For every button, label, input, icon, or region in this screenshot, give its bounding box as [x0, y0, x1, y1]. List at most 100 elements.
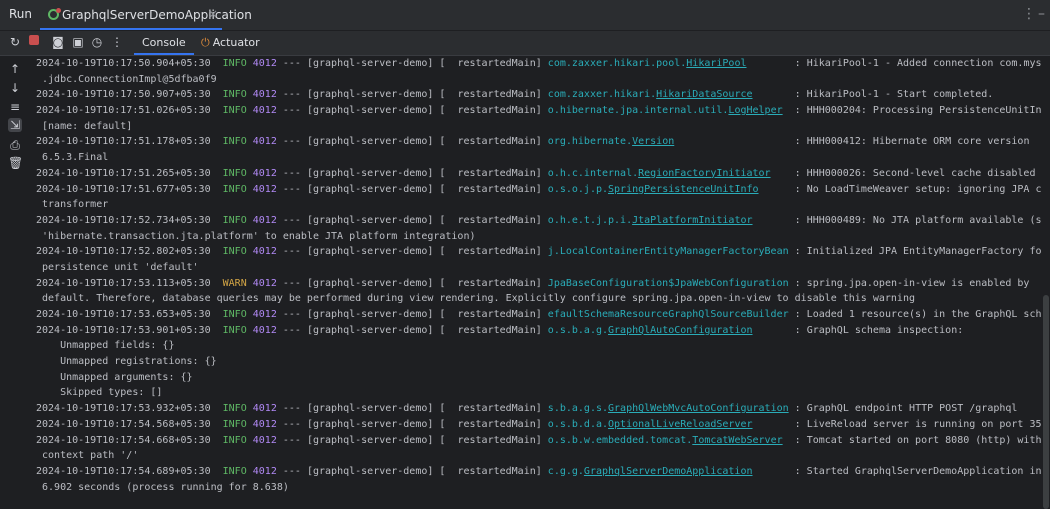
clear-all-icon[interactable]: 🗑: [8, 156, 23, 170]
log-line: 6.5.3.Final: [36, 150, 1041, 166]
log-text: 2024-10-19T10:17:52.802+05:30: [36, 246, 223, 258]
log-text: 6.5.3.Final: [36, 152, 109, 164]
run-toolbar: ↻ ◙ ▣ ◷ ⋮ Console ⏻ Actuator: [0, 31, 1050, 56]
log-text: --- [graphql-server-demo] [ restartedMai…: [276, 214, 548, 226]
dump-threads-icon[interactable]: ▣: [71, 35, 85, 49]
log-level: INFO: [222, 58, 247, 69]
log-level: INFO: [222, 418, 247, 430]
logger-name[interactable]: GraphQlWebMvcAutoConfiguration: [608, 403, 789, 414]
tool-window-header: Run GraphqlServerDemoApplication × ⋮ –: [0, 0, 1050, 31]
log-text: --- [graphql-server-demo] [ restartedMai…: [276, 403, 548, 415]
log-level: INFO: [222, 105, 247, 117]
log-text: 2024-10-19T10:17:52.734+05:30: [36, 214, 223, 226]
more-actions-icon[interactable]: ⋮: [110, 35, 124, 49]
logger-name[interactable]: HikariDataSource: [656, 89, 752, 100]
log-text: : Loaded 1 resource(s) in the GraphQL sc…: [788, 309, 1041, 320]
actuator-icon: ⏻: [201, 36, 210, 49]
log-line: Unmapped registrations: {}: [36, 354, 1041, 370]
log-level: INFO: [222, 324, 247, 336]
log-level: INFO: [222, 167, 247, 179]
log-line: 2024-10-19T10:17:54.689+05:30 INFO 4012 …: [36, 464, 1041, 480]
logger-name[interactable]: SpringPersistenceUnitInfo: [608, 184, 759, 195]
log-text: Skipped types: []: [36, 387, 163, 399]
log-text: 2024-10-19T10:17:54.568+05:30: [36, 418, 223, 430]
process-id: 4012: [252, 183, 277, 195]
logger-name[interactable]: HikariPool: [686, 58, 746, 69]
logger-name[interactable]: TomcatWebServer: [692, 435, 782, 446]
tab-console[interactable]: Console: [134, 31, 194, 55]
log-line: default. Therefore, database queries may…: [36, 291, 1041, 307]
log-text: --- [graphql-server-demo] [ restartedMai…: [276, 465, 548, 477]
log-text: transformer: [36, 199, 109, 211]
log-line: 2024-10-19T10:17:52.734+05:30 INFO 4012 …: [36, 213, 1041, 229]
log-line: 'hibernate.transaction.jta.platform' to …: [36, 229, 1041, 245]
logger-name: o.h.c.internal.: [547, 167, 639, 179]
log-line: 2024-10-19T10:17:53.113+05:30 WARN 4012 …: [36, 276, 1041, 292]
console-side-toolbar: ↑ ↓ ≡ ⇲ ⎙ 🗑: [0, 56, 30, 509]
log-line: 2024-10-19T10:17:54.568+05:30 INFO 4012 …: [36, 417, 1041, 433]
log-text: 2024-10-19T10:17:51.026+05:30: [36, 105, 223, 117]
log-text: --- [graphql-server-demo] [ restartedMai…: [276, 277, 548, 289]
log-level: INFO: [222, 183, 247, 195]
vertical-scrollbar[interactable]: [1043, 295, 1049, 509]
rerun-icon[interactable]: ↻: [8, 35, 22, 49]
logger-name: JpaBaseConfiguration$JpaWebConfiguration: [547, 277, 789, 289]
run-tool-window-title: Run: [9, 7, 33, 21]
log-text: Unmapped fields: {}: [36, 340, 175, 352]
logger-name: o.s.b.a.g.: [547, 324, 609, 336]
log-text: [name: default]: [36, 120, 133, 132]
profiler-icon[interactable]: ◷: [90, 35, 104, 49]
log-level: INFO: [222, 214, 247, 226]
logger-name[interactable]: GraphqlServerDemoApplication: [584, 466, 753, 477]
log-text: 2024-10-19T10:17:53.113+05:30: [36, 277, 223, 289]
process-id: 4012: [252, 89, 277, 101]
log-line: Unmapped fields: {}: [36, 338, 1041, 354]
arrow-down-icon[interactable]: ↓: [8, 81, 22, 95]
logger-name[interactable]: Version: [632, 136, 674, 147]
process-id: 4012: [252, 418, 277, 430]
log-level: INFO: [222, 434, 247, 446]
logger-name: com.zaxxer.hikari.pool.: [547, 58, 687, 69]
tab-label: GraphqlServerDemoApplication: [62, 8, 252, 22]
print-icon[interactable]: ⎙: [8, 138, 22, 152]
hide-icon[interactable]: –: [1038, 6, 1045, 22]
log-text: --- [graphql-server-demo] [ restartedMai…: [276, 136, 548, 148]
log-line: 2024-10-19T10:17:53.653+05:30 INFO 4012 …: [36, 307, 1041, 323]
log-text: 2024-10-19T10:17:54.668+05:30: [36, 434, 223, 446]
scroll-to-end-icon[interactable]: ⇲: [8, 118, 22, 132]
log-text: --- [graphql-server-demo] [ restartedMai…: [276, 89, 548, 101]
log-text: 'hibernate.transaction.jta.platform' to …: [36, 230, 476, 242]
logger-name[interactable]: RegionFactoryInitiator: [638, 168, 770, 179]
close-tab-icon[interactable]: ×: [208, 7, 218, 21]
log-text: : GraphQL endpoint HTTP POST /graphql: [788, 403, 1018, 415]
log-text: : HHH000489: No JTA platform available (…: [752, 214, 1041, 226]
log-level: INFO: [222, 246, 247, 258]
logger-name: o.s.b.w.embedded.tomcat.: [547, 434, 693, 446]
arrow-up-icon[interactable]: ↑: [8, 62, 22, 76]
log-text: : HHH000026: Second-level cache disabled: [770, 167, 1036, 179]
log-text: : HHH000412: Hibernate ORM core version: [674, 136, 1030, 148]
log-line: persistence unit 'default': [36, 260, 1041, 276]
log-text: .jdbc.ConnectionImpl@5dfba0f9: [36, 73, 217, 85]
more-options-icon[interactable]: ⋮: [1022, 6, 1036, 22]
log-line: 2024-10-19T10:17:50.904+05:30 INFO 4012 …: [36, 56, 1041, 72]
camera-icon[interactable]: ◙: [51, 35, 65, 49]
process-id: 4012: [252, 324, 277, 336]
logger-name: efaultSchemaResourceGraphQlSourceBuilder: [547, 309, 789, 320]
process-id: 4012: [252, 434, 277, 446]
stop-icon[interactable]: [29, 35, 39, 45]
soft-wrap-icon[interactable]: ≡: [8, 100, 22, 114]
tab-actuator[interactable]: ⏻ Actuator: [195, 31, 266, 55]
tab-graphql-server-demo-application[interactable]: GraphqlServerDemoApplication ×: [40, 0, 252, 30]
log-text: : HHH000204: Processing PersistenceUnitI…: [782, 105, 1041, 117]
log-text: --- [graphql-server-demo] [ restartedMai…: [276, 324, 548, 336]
logger-name[interactable]: LogHelper: [728, 105, 782, 116]
logger-name[interactable]: JtaPlatformInitiator: [632, 215, 752, 226]
log-text: : LiveReload server is running on port 3…: [752, 418, 1041, 430]
log-text: --- [graphql-server-demo] [ restartedMai…: [276, 105, 548, 117]
log-text: --- [graphql-server-demo] [ restartedMai…: [276, 434, 548, 446]
log-line: 6.902 seconds (process running for 8.638…: [36, 480, 1041, 496]
process-id: 4012: [252, 136, 277, 148]
logger-name[interactable]: OptionalLiveReloadServer: [608, 419, 753, 430]
logger-name[interactable]: GraphQlAutoConfiguration: [608, 325, 753, 336]
